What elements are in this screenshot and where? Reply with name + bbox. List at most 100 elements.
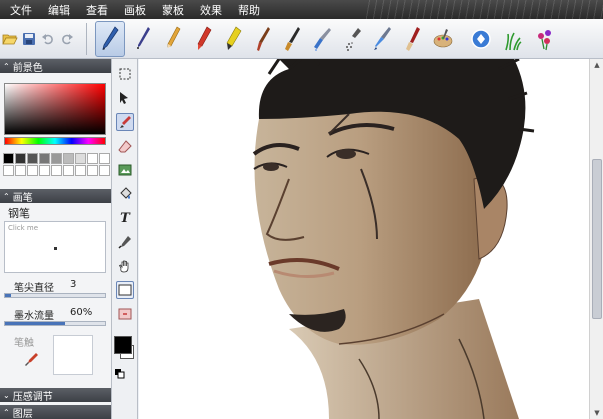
color-swatch[interactable] xyxy=(99,165,110,176)
scrollbar-thumb[interactable] xyxy=(592,159,602,319)
eraser-tool-icon[interactable] xyxy=(116,137,134,155)
color-picker-field[interactable] xyxy=(4,83,106,135)
ink-flow-slider[interactable] xyxy=(4,321,106,326)
expand-icon: ⌄ xyxy=(3,390,10,400)
color-swatch[interactable] xyxy=(99,153,110,164)
grass-brush-button[interactable] xyxy=(498,21,528,57)
hue-slider[interactable] xyxy=(4,137,106,145)
marquee-tool-icon[interactable] xyxy=(116,65,134,83)
color-swatch[interactable] xyxy=(27,153,38,164)
pen-brush-button[interactable] xyxy=(95,21,125,57)
toolbar-separator xyxy=(86,23,87,55)
tip-size-value: 3 xyxy=(70,279,77,290)
menu-file[interactable]: 文件 xyxy=(10,2,32,18)
color-swatch[interactable] xyxy=(39,153,50,164)
brush-tool-icon[interactable] xyxy=(116,113,134,131)
open-folder-icon[interactable] xyxy=(2,31,18,47)
fill-tool-icon[interactable] xyxy=(116,185,134,203)
scroll-down-icon[interactable]: ▼ xyxy=(590,407,603,419)
nib-preview xyxy=(53,335,93,375)
menubar: 文件 编辑 查看 画板 蒙板 效果 帮助 xyxy=(0,0,603,19)
ink-flow-value: 60% xyxy=(70,307,93,318)
toolbar xyxy=(0,19,603,59)
scroll-up-icon[interactable]: ▲ xyxy=(590,59,603,71)
color-swatch[interactable] xyxy=(3,165,14,176)
text-tool-icon[interactable]: T xyxy=(116,209,134,227)
move-tool-icon[interactable] xyxy=(116,89,134,107)
eyedropper-tool-icon[interactable] xyxy=(116,233,134,251)
brush-name: 钢笔 xyxy=(8,207,30,220)
marker-brush-button[interactable] xyxy=(218,21,248,57)
color-swatch[interactable] xyxy=(87,165,98,176)
tip-size-label: 笔尖直径 xyxy=(14,283,54,294)
smudge-brush-button[interactable] xyxy=(466,21,496,57)
brush-header[interactable]: ⌃ 画笔 xyxy=(0,189,111,204)
transform-tool-icon[interactable] xyxy=(116,161,134,179)
brush-section-title: 画笔 xyxy=(12,192,33,204)
collapse-icon: ⌃ xyxy=(3,191,10,201)
rectangle-tool-icon[interactable] xyxy=(116,281,134,299)
color-swatch[interactable] xyxy=(63,153,74,164)
hand-tool-icon[interactable] xyxy=(116,257,134,275)
brush-preview[interactable]: Click me xyxy=(4,221,106,273)
undo-icon[interactable] xyxy=(40,31,56,47)
color-swatch[interactable] xyxy=(51,165,62,176)
flat-brush-button[interactable] xyxy=(278,21,308,57)
left-panel: ⌃ 前景色 ⌃ 画笔 钢笔 Click me 笔尖直径 3 墨水流量 60% 笔… xyxy=(0,59,112,419)
pressure-section-title: 压感调节 xyxy=(12,391,53,403)
tool-column: T xyxy=(112,59,138,419)
collapse-icon: ⌃ xyxy=(3,61,10,71)
crayon-brush-button[interactable] xyxy=(188,21,218,57)
menu-effects[interactable]: 效果 xyxy=(200,2,222,18)
vertical-scrollbar[interactable]: ▲ ▼ xyxy=(589,59,603,419)
layers-section-title: 图层 xyxy=(12,408,33,419)
oil-brush-button[interactable] xyxy=(398,21,428,57)
color-swatches xyxy=(3,153,110,176)
foreground-color-title: 前景色 xyxy=(12,62,43,74)
ink-flow-slider-fill xyxy=(5,322,65,325)
redo-icon[interactable] xyxy=(59,31,75,47)
fine-pen-brush-button[interactable] xyxy=(128,21,158,57)
tip-size-slider-fill xyxy=(5,294,11,297)
menu-view[interactable]: 查看 xyxy=(86,2,108,18)
menu-canvas[interactable]: 画板 xyxy=(124,2,146,18)
flower-brush-button[interactable] xyxy=(530,21,560,57)
portrait-drawing xyxy=(252,59,535,419)
color-swatch[interactable] xyxy=(3,153,14,164)
foreground-color-header[interactable]: ⌃ 前景色 xyxy=(0,59,111,74)
color-swatch[interactable] xyxy=(63,165,74,176)
eyedropper-nib-icon[interactable] xyxy=(24,351,40,370)
airbrush-brush-button[interactable] xyxy=(308,21,338,57)
foreground-color-swatch[interactable] xyxy=(114,336,132,354)
pressure-header[interactable]: ⌄ 压感调节 xyxy=(0,388,111,403)
fountain-brush-button[interactable] xyxy=(368,21,398,57)
color-swatch[interactable] xyxy=(75,153,86,164)
color-swatch[interactable] xyxy=(75,165,86,176)
brush-preview-hint: Click me xyxy=(8,224,39,232)
ink-flow-label: 墨水流量 xyxy=(14,311,54,322)
brush-preview-dot xyxy=(54,247,57,250)
collapse-icon: ⌃ xyxy=(3,407,10,417)
drawing-canvas[interactable] xyxy=(139,59,589,419)
color-swatch[interactable] xyxy=(27,165,38,176)
color-swatch[interactable] xyxy=(15,165,26,176)
menu-mask[interactable]: 蒙板 xyxy=(162,2,184,18)
swap-colors-icon[interactable] xyxy=(115,369,125,382)
layers-header[interactable]: ⌃ 图层 xyxy=(0,405,111,419)
color-swatch[interactable] xyxy=(51,153,62,164)
save-icon[interactable] xyxy=(21,31,37,47)
color-swatch[interactable] xyxy=(39,165,50,176)
menubar-decoration xyxy=(363,0,603,19)
menu-help[interactable]: 帮助 xyxy=(238,2,260,18)
color-swatch[interactable] xyxy=(15,153,26,164)
brush-brush-button[interactable] xyxy=(248,21,278,57)
app-window: 文件 编辑 查看 画板 蒙板 效果 帮助 ⌃ 前景色 ⌃ 画笔 钢笔 Click… xyxy=(0,0,603,419)
menu-edit[interactable]: 编辑 xyxy=(48,2,70,18)
color-swatch[interactable] xyxy=(87,153,98,164)
palette-brush-button[interactable] xyxy=(428,21,458,57)
spray-brush-button[interactable] xyxy=(338,21,368,57)
pencil-brush-button[interactable] xyxy=(158,21,188,57)
nib-label: 笔触 xyxy=(14,338,34,349)
tip-size-slider[interactable] xyxy=(4,293,106,298)
clear-selection-tool-icon[interactable] xyxy=(116,305,134,323)
